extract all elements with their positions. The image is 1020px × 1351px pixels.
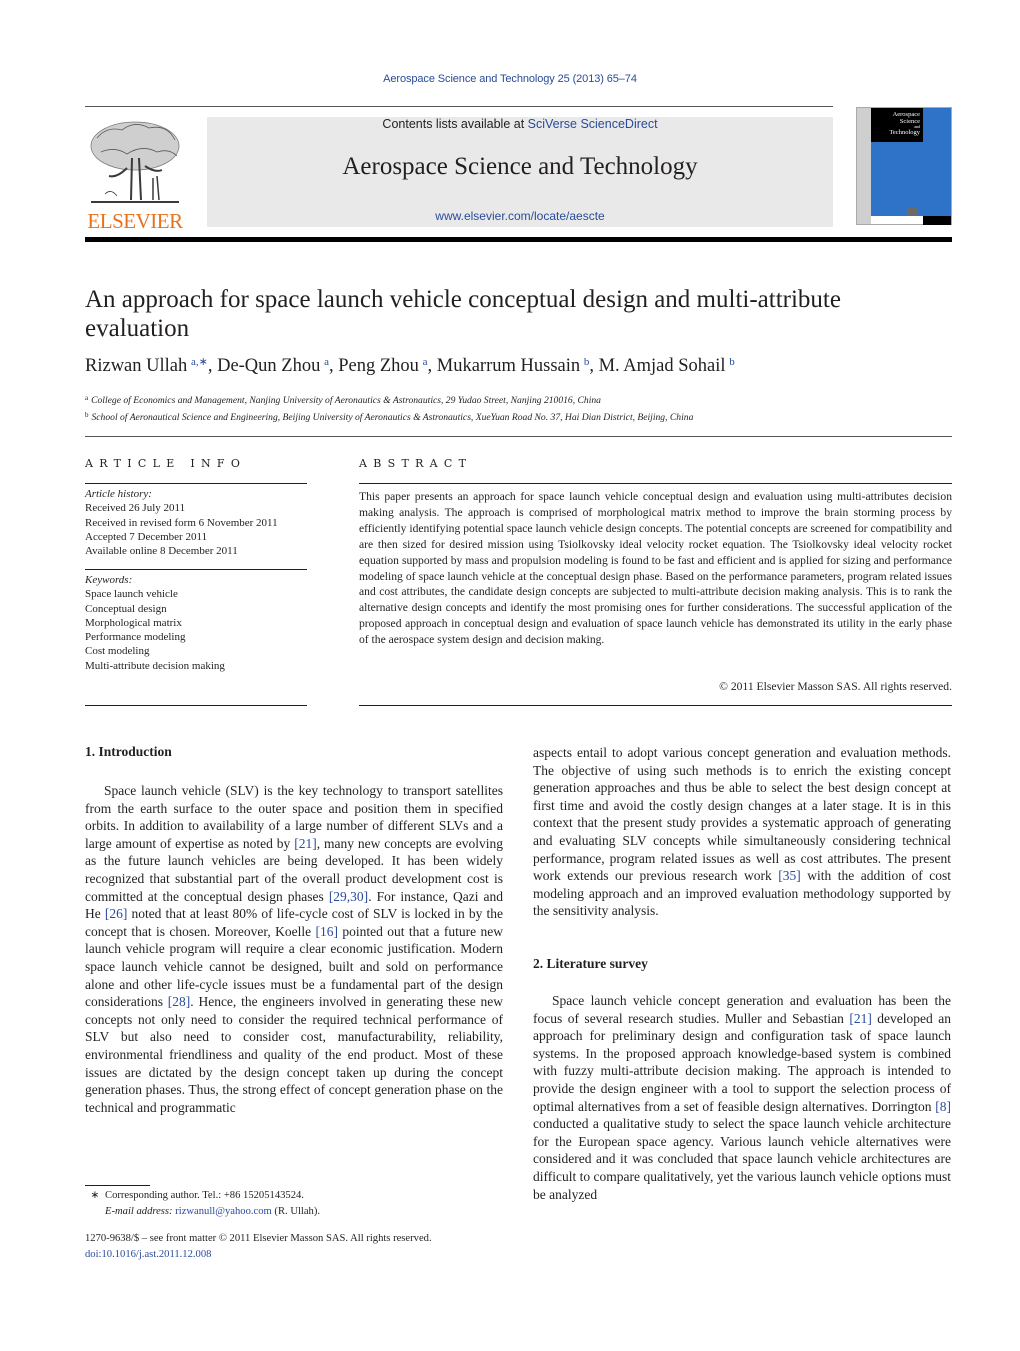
keyword-item: Conceptual design (85, 602, 167, 615)
citation-link[interactable]: [28] (168, 994, 191, 1009)
body-text: aspects entail to adopt various concept … (533, 745, 951, 884)
article-history-label: Article history: (85, 488, 152, 500)
contents-available: Contents lists available at SciVerse Sci… (207, 117, 833, 131)
keywords-rule (85, 569, 307, 570)
paper-title: An approach for space launch vehicle con… (85, 286, 841, 342)
affiliations: a College of Economics and Management, Na… (85, 391, 955, 425)
abstract-bottom-rule (359, 705, 952, 706)
author-name: De-Qun Zhou (217, 356, 321, 376)
keyword-item: Cost modeling (85, 645, 150, 658)
citation-link[interactable]: [26] (105, 906, 128, 921)
cover-elsevier-icon (907, 208, 917, 216)
cover-spine (857, 108, 871, 224)
author-separator: , (427, 356, 437, 376)
author-separator: , (589, 356, 599, 376)
journal-url-link[interactable]: www.elsevier.com/locate/aescte (207, 209, 833, 223)
affiliation-a: a College of Economics and Management, Na… (85, 394, 601, 406)
issn-line: 1270-9638/$ – see front matter © 2011 El… (85, 1233, 432, 1244)
contents-prefix: Contents lists available at (382, 117, 528, 131)
keyword-item: Morphological matrix (85, 616, 182, 629)
author-list: Rizwan Ullah a,∗, De-Qun Zhou a, Peng Zh… (85, 355, 955, 377)
author-separator: , (207, 356, 218, 376)
abstract-copyright: © 2011 Elsevier Masson SAS. All rights r… (719, 680, 952, 693)
body-column-left: Space launch vehicle (SLV) is the key te… (85, 782, 503, 1116)
front-matter-note: 1270-9638/$ – see front matter © 2011 El… (85, 1231, 505, 1263)
author-affiliation-mark[interactable]: b (729, 356, 735, 368)
body-column-right: aspects entail to adopt various concept … (533, 744, 951, 920)
corresponding-author-note: ∗ Corresponding author. Tel.: +86 1520514… (85, 1188, 505, 1220)
citation-link[interactable]: [29,30] (329, 889, 368, 904)
email-suffix: (R. Ullah). (271, 1206, 321, 1217)
journal-citation[interactable]: Aerospace Science and Technology 25 (201… (0, 73, 1020, 85)
body-text: developed an approach for preliminary de… (533, 1010, 951, 1114)
citation-link[interactable]: [35] (778, 868, 801, 883)
section-heading-introduction: 1. Introduction (85, 744, 172, 759)
keyword-item: Space launch vehicle (85, 588, 178, 601)
article-history: Article history: Received 26 July 2011 R… (85, 487, 307, 558)
journal-masthead: Contents lists available at SciVerse Sci… (207, 117, 833, 227)
history-item: Received 26 July 2011 (85, 502, 186, 515)
citation-link[interactable]: [21] (849, 1011, 872, 1026)
body-text: conducted a qualitative study to select … (533, 1116, 951, 1202)
paragraph: aspects entail to adopt various concept … (533, 744, 951, 920)
journal-cover-thumbnail[interactable]: Aerospace Science and Technology (856, 107, 952, 225)
elsevier-logo[interactable]: ELSEVIER (85, 113, 185, 233)
author-name: Mukarrum Hussain (436, 356, 581, 376)
doi-link[interactable]: doi:10.1016/j.ast.2011.12.008 (85, 1247, 505, 1263)
cover-footer (923, 216, 951, 225)
email-link[interactable]: rizwanull@yahoo.com (175, 1206, 272, 1217)
keywords-label: Keywords: (85, 574, 133, 586)
keyword-item: Performance modeling (85, 631, 186, 644)
author-name: Rizwan Ullah (85, 356, 188, 376)
author-separator: , (328, 356, 339, 376)
section-heading-literature-survey: 2. Literature survey (533, 956, 648, 971)
citation-link[interactable]: [16] (315, 924, 338, 939)
header-rule (85, 106, 833, 107)
journal-title: Aerospace Science and Technology (342, 153, 698, 180)
elsevier-tree-icon (90, 121, 180, 203)
history-item: Accepted 7 December 2011 (85, 530, 208, 543)
article-info-bottom-rule (85, 705, 307, 706)
elsevier-wordmark: ELSEVIER (87, 209, 183, 233)
cover-text-line: Aerospace (892, 111, 920, 118)
author-name: Peng Zhou (338, 356, 419, 376)
title-block-rule (85, 436, 952, 437)
affiliation-b: b School of Aeronautical Science and Engi… (85, 411, 694, 423)
citation-link[interactable]: [8] (935, 1099, 951, 1114)
keyword-item: Multi-attribute decision making (85, 659, 225, 672)
email-label: E-mail address: (105, 1206, 173, 1217)
cover-blue-panel (923, 108, 951, 216)
cover-text-line: Technology (889, 129, 920, 136)
cover-title-block: Aerospace Science and Technology (871, 108, 923, 142)
cover-text-line: Science (899, 118, 920, 125)
body-text: . Hence, the engineers involved in gener… (85, 994, 504, 1115)
body-column-right-lower: Space launch vehicle concept generation … (533, 992, 951, 1203)
masthead-rule (85, 237, 952, 242)
paragraph: Space launch vehicle (SLV) is the key te… (85, 782, 503, 1116)
abstract-text: This paper presents an approach for spac… (359, 490, 952, 647)
footnote-star: ∗ (90, 1190, 100, 1201)
paragraph: Space launch vehicle concept generation … (533, 992, 951, 1203)
article-info-rule (85, 483, 307, 484)
sciencedirect-link[interactable]: SciVerse ScienceDirect (528, 117, 658, 131)
author-name: M. Amjad Sohail (598, 356, 726, 376)
history-item: Available online 8 December 2011 (85, 545, 238, 558)
footnote-rule (85, 1185, 150, 1186)
history-item: Received in revised form 6 November 2011 (85, 516, 278, 529)
keywords: Keywords: Space launch vehicle Conceptua… (85, 573, 307, 673)
author-affiliation-mark[interactable]: a,∗ (191, 356, 208, 368)
cover-blue-panel-lower (871, 142, 923, 216)
citation-link[interactable]: [21] (294, 836, 317, 851)
abstract-rule (359, 483, 952, 484)
abstract-heading: ABSTRACT (359, 457, 473, 470)
article-info-heading: ARTICLE INFO (85, 457, 247, 470)
